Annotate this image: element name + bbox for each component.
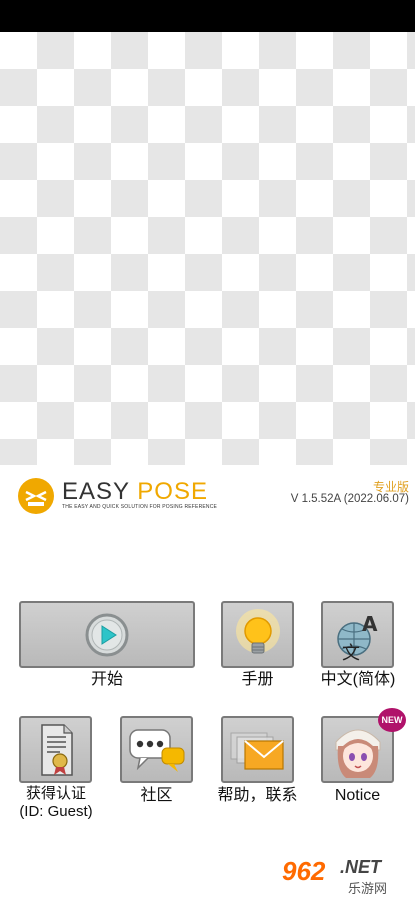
watermark-logo: 962 .NET 乐游网	[276, 854, 410, 896]
certify-button[interactable]	[19, 716, 92, 783]
pose-canvas[interactable]	[0, 32, 415, 465]
new-badge: NEW	[378, 708, 406, 732]
play-icon	[85, 613, 129, 656]
chat-bubbles-icon	[128, 728, 184, 772]
svg-text:文: 文	[342, 643, 360, 661]
logo-mark-icon	[18, 478, 54, 514]
mail-icon	[230, 732, 284, 770]
language-button[interactable]: A 文	[321, 601, 394, 668]
logo-tagline: THE EASY AND QUICK SOLUTION FOR POSING R…	[62, 504, 218, 510]
app-logo: EASY POSE THE EASY AND QUICK SOLUTION FO…	[16, 476, 246, 516]
help-contact-button[interactable]	[221, 716, 294, 783]
status-bar	[0, 0, 415, 32]
community-button[interactable]	[120, 716, 193, 783]
manual-label: 手册	[241, 671, 274, 688]
certify-label: 获得认证 (ID: Guest)	[19, 785, 93, 820]
watermark-brand: 962	[282, 856, 326, 886]
watermark-suffix: .NET	[340, 857, 382, 877]
version-label: V 1.5.52A (2022.06.07)	[290, 493, 409, 505]
help-contact-label: 帮助，联系	[217, 787, 298, 804]
lightbulb-icon	[235, 608, 280, 653]
manual-button[interactable]	[221, 601, 294, 668]
community-label: 社区	[140, 787, 173, 804]
language-globe-icon: A 文	[336, 612, 378, 661]
start-label: 开始	[90, 671, 123, 688]
start-button[interactable]	[19, 601, 195, 668]
notice-label: Notice	[334, 787, 381, 804]
logo-title: EASY POSE	[62, 478, 208, 505]
watermark-sub: 乐游网	[348, 881, 388, 896]
svg-text:A: A	[362, 612, 378, 636]
language-label: 中文(简体)	[320, 671, 396, 688]
certificate-icon	[40, 723, 73, 776]
notice-avatar-icon	[335, 729, 380, 778]
